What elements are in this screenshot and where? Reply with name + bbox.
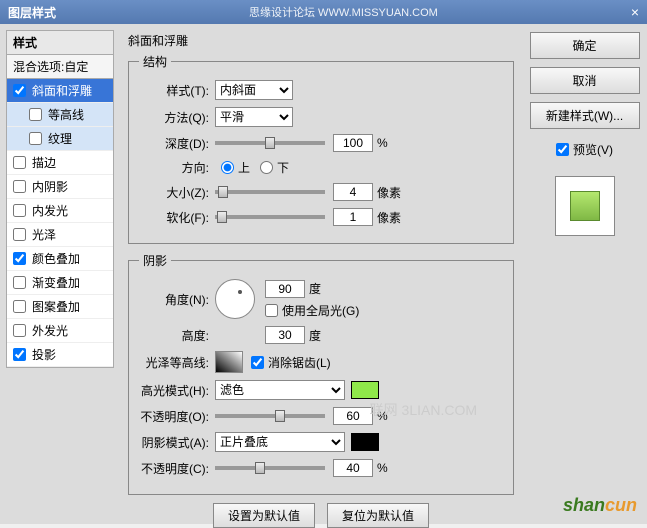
preview-swatch <box>570 191 600 221</box>
style-item-7[interactable]: 颜色叠加 <box>7 247 113 271</box>
size-slider[interactable] <box>215 190 325 194</box>
altitude-input[interactable] <box>265 326 305 344</box>
style-checkbox-3[interactable] <box>13 156 26 169</box>
structure-legend: 结构 <box>139 53 171 70</box>
method-label: 方法(Q): <box>139 109 209 126</box>
contour-swatch[interactable] <box>215 351 243 373</box>
style-label-1: 等高线 <box>48 106 84 123</box>
blend-options[interactable]: 混合选项:自定 <box>6 55 114 79</box>
style-checkbox-7[interactable] <box>13 252 26 265</box>
style-item-11[interactable]: 投影 <box>7 343 113 367</box>
depth-input[interactable] <box>333 134 373 152</box>
styles-header: 样式 <box>6 30 114 55</box>
method-select[interactable]: 平滑 <box>215 107 293 127</box>
style-label-8: 渐变叠加 <box>32 274 80 291</box>
titlebar: 图层样式 思缘设计论坛 WWW.MISSYUAN.COM × <box>0 0 647 24</box>
section-title: 斜面和浮雕 <box>128 32 514 49</box>
style-label-0: 斜面和浮雕 <box>32 82 92 99</box>
angle-label: 角度(N): <box>139 291 209 308</box>
dialog-title: 图层样式 <box>8 4 56 21</box>
altitude-label: 高度: <box>139 327 209 344</box>
cancel-button[interactable]: 取消 <box>530 67 640 94</box>
style-label-2: 纹理 <box>48 130 72 147</box>
style-item-10[interactable]: 外发光 <box>7 319 113 343</box>
style-checkbox-4[interactable] <box>13 180 26 193</box>
settings-panel: 斜面和浮雕 结构 样式(T): 内斜面 方法(Q): 平滑 深度(D): % 方… <box>120 24 522 524</box>
new-style-button[interactable]: 新建样式(W)... <box>530 102 640 129</box>
global-light-checkbox[interactable] <box>265 304 278 317</box>
shadow-opacity-slider[interactable] <box>215 466 325 470</box>
direction-down-radio[interactable] <box>260 161 273 174</box>
style-label-4: 内阴影 <box>32 178 68 195</box>
size-input[interactable] <box>333 183 373 201</box>
dialog-buttons-panel: 确定 取消 新建样式(W)... 预览(V) <box>522 24 647 524</box>
direction-label: 方向: <box>139 159 209 176</box>
style-label-5: 内发光 <box>32 202 68 219</box>
highlight-mode-label: 高光模式(H): <box>139 382 209 399</box>
angle-control[interactable] <box>215 279 255 319</box>
forum-watermark: 思缘设计论坛 WWW.MISSYUAN.COM <box>249 4 438 20</box>
style-select[interactable]: 内斜面 <box>215 80 293 100</box>
depth-unit: % <box>377 136 388 150</box>
antialias-checkbox[interactable] <box>251 356 264 369</box>
size-unit: 像素 <box>377 184 401 201</box>
gloss-label: 光泽等高线: <box>139 354 209 371</box>
style-checkbox-9[interactable] <box>13 300 26 313</box>
style-checkbox-5[interactable] <box>13 204 26 217</box>
style-list: 斜面和浮雕等高线纹理描边内阴影内发光光泽颜色叠加渐变叠加图案叠加外发光投影 <box>6 79 114 368</box>
style-label-7: 颜色叠加 <box>32 250 80 267</box>
style-label-10: 外发光 <box>32 322 68 339</box>
style-item-8[interactable]: 渐变叠加 <box>7 271 113 295</box>
preview-checkbox[interactable] <box>556 143 569 156</box>
style-item-4[interactable]: 内阴影 <box>7 175 113 199</box>
shading-fieldset: 阴影 角度(N): 度 使用全局光(G) 高度: <box>128 252 514 495</box>
style-checkbox-8[interactable] <box>13 276 26 289</box>
style-checkbox-6[interactable] <box>13 228 26 241</box>
reset-default-button[interactable]: 复位为默认值 <box>327 503 429 528</box>
depth-slider[interactable] <box>215 141 325 145</box>
shadow-opacity-input[interactable] <box>333 459 373 477</box>
structure-fieldset: 结构 样式(T): 内斜面 方法(Q): 平滑 深度(D): % 方向: 上 下 <box>128 53 514 244</box>
soften-slider[interactable] <box>215 215 325 219</box>
highlight-color-swatch[interactable] <box>351 381 379 399</box>
highlight-mode-select[interactable]: 滤色 <box>215 380 345 400</box>
ok-button[interactable]: 确定 <box>530 32 640 59</box>
angle-input[interactable] <box>265 280 305 298</box>
style-checkbox-11[interactable] <box>13 348 26 361</box>
style-item-3[interactable]: 描边 <box>7 151 113 175</box>
style-item-9[interactable]: 图案叠加 <box>7 295 113 319</box>
style-label: 样式(T): <box>139 82 209 99</box>
shadow-color-swatch[interactable] <box>351 433 379 451</box>
shadow-mode-label: 阴影模式(A): <box>139 434 209 451</box>
style-item-2[interactable]: 纹理 <box>7 127 113 151</box>
soften-label: 软化(F): <box>139 209 209 226</box>
highlight-opacity-slider[interactable] <box>215 414 325 418</box>
style-item-6[interactable]: 光泽 <box>7 223 113 247</box>
style-checkbox-0[interactable] <box>13 84 26 97</box>
preview-box <box>555 176 615 236</box>
style-checkbox-1[interactable] <box>29 108 42 121</box>
highlight-opacity-input[interactable] <box>333 407 373 425</box>
style-item-0[interactable]: 斜面和浮雕 <box>7 79 113 103</box>
style-label-11: 投影 <box>32 346 56 363</box>
make-default-button[interactable]: 设置为默认值 <box>213 503 315 528</box>
shadow-opacity-label: 不透明度(C): <box>139 460 209 477</box>
style-label-3: 描边 <box>32 154 56 171</box>
shading-legend: 阴影 <box>139 252 171 269</box>
style-label-6: 光泽 <box>32 226 56 243</box>
style-item-5[interactable]: 内发光 <box>7 199 113 223</box>
soften-input[interactable] <box>333 208 373 226</box>
highlight-opacity-label: 不透明度(O): <box>139 408 209 425</box>
style-checkbox-2[interactable] <box>29 132 42 145</box>
shadow-mode-select[interactable]: 正片叠底 <box>215 432 345 452</box>
style-item-1[interactable]: 等高线 <box>7 103 113 127</box>
depth-label: 深度(D): <box>139 135 209 152</box>
style-checkbox-10[interactable] <box>13 324 26 337</box>
size-label: 大小(Z): <box>139 184 209 201</box>
close-icon[interactable]: × <box>631 4 639 20</box>
style-label-9: 图案叠加 <box>32 298 80 315</box>
direction-up-radio[interactable] <box>221 161 234 174</box>
soften-unit: 像素 <box>377 209 401 226</box>
styles-panel: 样式 混合选项:自定 斜面和浮雕等高线纹理描边内阴影内发光光泽颜色叠加渐变叠加图… <box>0 24 120 524</box>
